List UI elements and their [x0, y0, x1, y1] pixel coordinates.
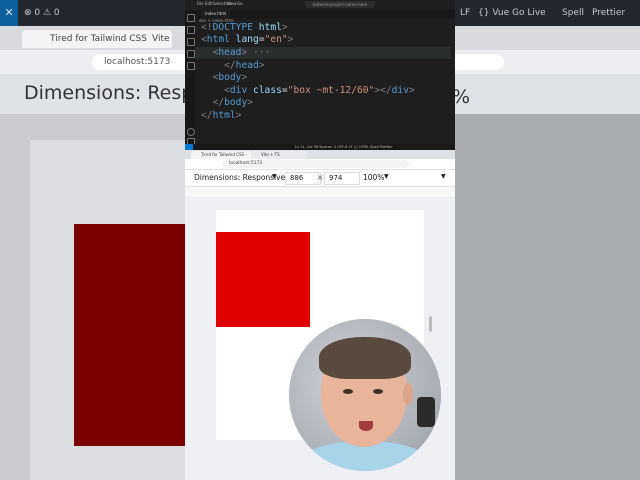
source-control-icon[interactable]: [187, 38, 195, 46]
address-bar: localhost:5173: [185, 159, 455, 170]
bg-red-box: [74, 224, 190, 446]
status-golive[interactable]: Go Live: [512, 8, 546, 18]
code-line-3[interactable]: <head> ···: [195, 47, 451, 59]
tab-vite[interactable]: Vite + TS: [251, 151, 307, 159]
menu-view[interactable]: View: [227, 1, 237, 6]
more-options-icon[interactable]: ▼: [441, 173, 446, 180]
menu-go[interactable]: Go: [237, 1, 243, 6]
activity-bar: [185, 10, 195, 150]
tab-index-html[interactable]: index.html: [201, 10, 231, 18]
editor-tab-bar: index.html: [195, 10, 455, 18]
code-line-6[interactable]: <div class="box ~mt-12/60"></div>: [201, 85, 415, 97]
chevron-down-icon[interactable]: ▼: [384, 173, 389, 180]
status-eol[interactable]: LF: [460, 8, 470, 18]
tab-strip: Tired for Tailwind CSS - Build ... Vite …: [185, 150, 455, 165]
code-line-4[interactable]: </head>: [201, 60, 264, 72]
person-mouth: [359, 421, 373, 431]
status-language[interactable]: {} Vue: [478, 8, 509, 18]
status-spell[interactable]: Spell: [562, 8, 584, 18]
bg-tab-tailwind[interactable]: Tired for Tailwind CSS - Build ...: [22, 30, 168, 62]
zoom-dropdown[interactable]: 100%: [363, 173, 384, 182]
code-line-1[interactable]: <!DOCTYPE html>: [201, 22, 288, 34]
person-eye-right: [373, 389, 383, 394]
code-line-2[interactable]: <html lang="en">: [201, 34, 293, 46]
webcam-overlay: [289, 319, 441, 471]
code-line-5[interactable]: <body>: [201, 72, 248, 84]
vscode-window: File Edit Selection View Go tailwind-pro…: [185, 0, 455, 150]
red-box: [216, 232, 310, 327]
bg-right-panel: [455, 114, 640, 480]
times-sign: ×: [317, 173, 324, 182]
code-line-8[interactable]: </html>: [201, 110, 241, 122]
person-hair: [319, 337, 411, 379]
status-prettier[interactable]: Prettier: [592, 8, 625, 18]
remote-icon[interactable]: ✕: [0, 0, 18, 26]
chevron-down-icon[interactable]: ▼: [272, 173, 277, 180]
menu-edit[interactable]: Edit: [205, 1, 213, 6]
bg-tab-vite[interactable]: Vite: [148, 30, 172, 48]
extensions-icon[interactable]: [187, 62, 195, 70]
person-ear: [403, 383, 413, 405]
run-debug-icon[interactable]: [187, 50, 195, 58]
width-input[interactable]: 886: [285, 172, 321, 185]
device-toolbar: Dimensions: Responsive ▼ 886 × 974 100% …: [185, 170, 455, 187]
background-object: [417, 397, 435, 427]
problems-counter[interactable]: ⊗ 0 ⚠ 0: [24, 8, 60, 18]
account-icon[interactable]: [187, 128, 195, 136]
person-eye-left: [343, 389, 353, 394]
explorer-icon[interactable]: [187, 14, 195, 22]
code-line-7[interactable]: </body>: [201, 97, 253, 109]
url-field[interactable]: localhost:5173: [223, 160, 409, 168]
command-center[interactable]: tailwind-project-name-here: [305, 1, 375, 8]
menu-file[interactable]: File: [197, 1, 204, 6]
height-input[interactable]: 974: [324, 172, 360, 185]
tab-tailwind[interactable]: Tired for Tailwind CSS - Build ...: [191, 151, 251, 165]
search-icon[interactable]: [187, 26, 195, 34]
